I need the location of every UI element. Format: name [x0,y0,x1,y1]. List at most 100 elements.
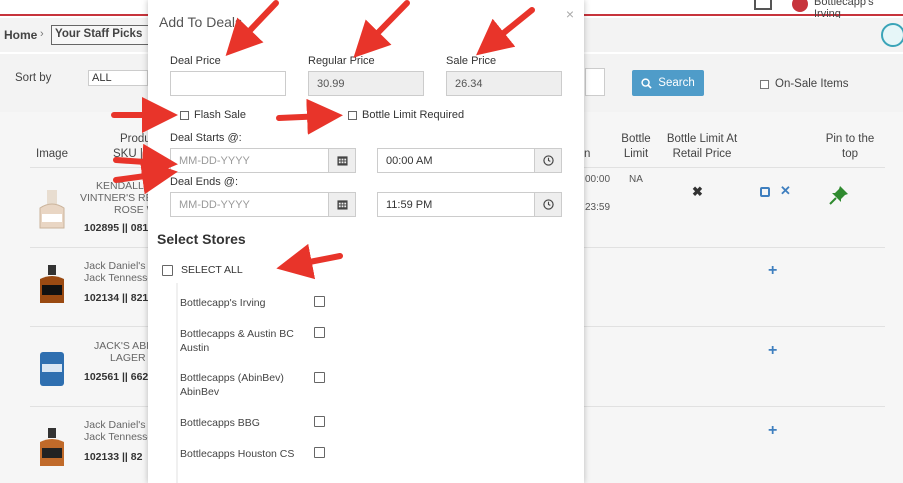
deal-price-field[interactable] [170,71,286,96]
deal-starts-label: Deal Starts @: [170,132,242,144]
delete-icon[interactable]: ✕ [780,183,791,199]
add-to-deals-modal: Add To Deals × Deal Price Regular Price … [148,0,584,483]
sale-price-label: Sale Price [446,55,497,67]
deal-price-input[interactable] [179,78,277,90]
product-image[interactable] [36,348,68,388]
store-name-line2: AbinBev [180,386,220,398]
column-header-pin: Pin to the top [820,132,880,162]
product-name: Jack Tennesse [84,272,154,284]
column-header-image: Image [36,148,68,160]
product-name: Jack Daniel's C [84,419,154,431]
column-header-bottle-limit-retail-line1: Bottle Limit At [666,133,738,145]
select-all-label: SELECT ALL [181,264,243,276]
store-name-line1: Bottlecapp's Irving [180,297,266,309]
sort-by-label: Sort by [15,72,52,84]
deal-ends-date-field[interactable] [170,192,356,217]
store-checkbox[interactable] [314,327,325,338]
no-icon: ✖ [692,184,703,199]
calendar-icon[interactable] [328,149,355,172]
column-header-pin-line1: Pin to the [825,133,875,145]
flash-sale-label: Flash Sale [194,109,246,121]
deal-ends-label: Deal Ends @: [170,176,239,188]
deal-starts-date-input[interactable] [179,155,347,167]
clock-icon[interactable] [534,193,561,216]
deal-starts-time-value: 00:00 AM [386,155,433,167]
add-icon[interactable]: + [768,262,777,280]
column-header-bottle-limit-retail: Bottle Limit At Retail Price [664,132,740,162]
store-name-line1: Bottlecapps Houston CS [180,448,295,460]
deal-price-label: Deal Price [170,55,221,67]
deal-ends-date-input[interactable] [179,199,347,211]
regular-price-field: 30.99 [308,71,424,96]
store-checkbox[interactable] [314,296,325,307]
store-name: Bottlecapps (AbinBev) AbinBev [180,371,305,399]
column-header-partial: n [584,148,591,160]
product-image[interactable] [36,428,68,468]
on-sale-filter[interactable]: On-Sale Items [760,78,849,90]
pin-icon[interactable] [828,184,850,206]
clock-icon[interactable] [534,149,561,172]
breadcrumb-home[interactable]: Home [4,28,37,42]
store-name: Bottlecapps & Austin BC Austin [180,327,305,355]
store-checkbox[interactable] [314,416,325,427]
product-image[interactable] [36,190,68,230]
regular-price-label: Regular Price [308,55,375,67]
bottle-limit-checkbox[interactable] [348,110,357,120]
select-all-option[interactable]: SELECT ALL [162,264,243,276]
product-sku: 102561 || 662 [84,371,149,383]
store-name-line1: Bottlecapps (AbinBev) [180,372,284,384]
search-button[interactable]: Search [632,70,704,96]
column-header-bottle-limit-line2: Limit [623,148,649,160]
column-header-bottle-limit-line1: Bottle [621,133,651,145]
bottle-limit-option[interactable]: Bottle Limit Required [348,109,464,121]
add-icon[interactable]: + [768,422,777,440]
edit-icon[interactable] [760,187,770,197]
modal-title: Add To Deals [159,14,243,30]
product-name: Jack Daniel's C [84,260,154,272]
flash-sale-checkbox[interactable] [180,110,189,120]
add-icon[interactable]: + [768,342,777,360]
on-sale-checkbox[interactable] [760,79,769,89]
help-icon[interactable] [881,23,903,47]
flash-sale-option[interactable]: Flash Sale [180,109,246,121]
stores-list-guide [176,283,178,483]
store-checkbox[interactable] [314,447,325,458]
deal-starts-time-field[interactable]: 00:00 AM [377,148,562,173]
store-name-line1: Bottlecapps & Austin BC [180,328,294,340]
breadcrumb-current: Your Staff Picks [51,25,151,45]
calendar-icon[interactable] [328,193,355,216]
product-sku: 102133 || 82 [84,451,143,463]
select-all-checkbox[interactable] [162,264,173,276]
sort-by-select[interactable]: ALL [88,70,148,86]
sale-price-field: 26.34 [446,71,562,96]
store-name: Bottlecapp's Irving [180,296,305,310]
column-header-pin-line2: top [842,148,858,160]
column-header-bottle-limit: Bottle Limit [618,132,654,162]
deal-ends-time-value: 11:59 PM [386,199,433,211]
deal-starts-date-field[interactable] [170,148,356,173]
user-name[interactable]: Bottlecapp's Irving [814,0,903,20]
search-icon [641,77,652,89]
deal-end-time: 23:59 [585,202,611,213]
column-header-bottle-limit-retail-line2: Retail Price [672,148,732,160]
store-name: Bottlecapps Houston CS [180,447,305,461]
column-header-product-line2: SKU | [113,148,143,160]
product-name: Jack Tennesse [84,431,154,443]
store-name: Bottlecapps BBG [180,416,305,430]
user-avatar[interactable] [790,0,810,14]
product-image[interactable] [36,265,68,305]
search-button-label: Search [658,77,695,89]
deal-ends-time-field[interactable]: 11:59 PM [377,192,562,217]
deal-start-time: 00:00 [585,174,611,185]
select-stores-title: Select Stores [157,231,246,247]
store-name-line2: Austin [180,342,210,354]
column-header-product-line1: Produ [120,133,151,145]
product-sku: 102895 || 081 [84,222,149,234]
bottle-limit-label: Bottle Limit Required [362,109,465,121]
breadcrumb-separator: › [40,28,44,40]
close-icon[interactable]: × [566,6,574,22]
column-header-product: Produ SKU | [113,132,151,162]
monitor-icon[interactable] [754,0,772,10]
store-checkbox[interactable] [314,372,325,383]
search-input[interactable] [585,68,605,96]
